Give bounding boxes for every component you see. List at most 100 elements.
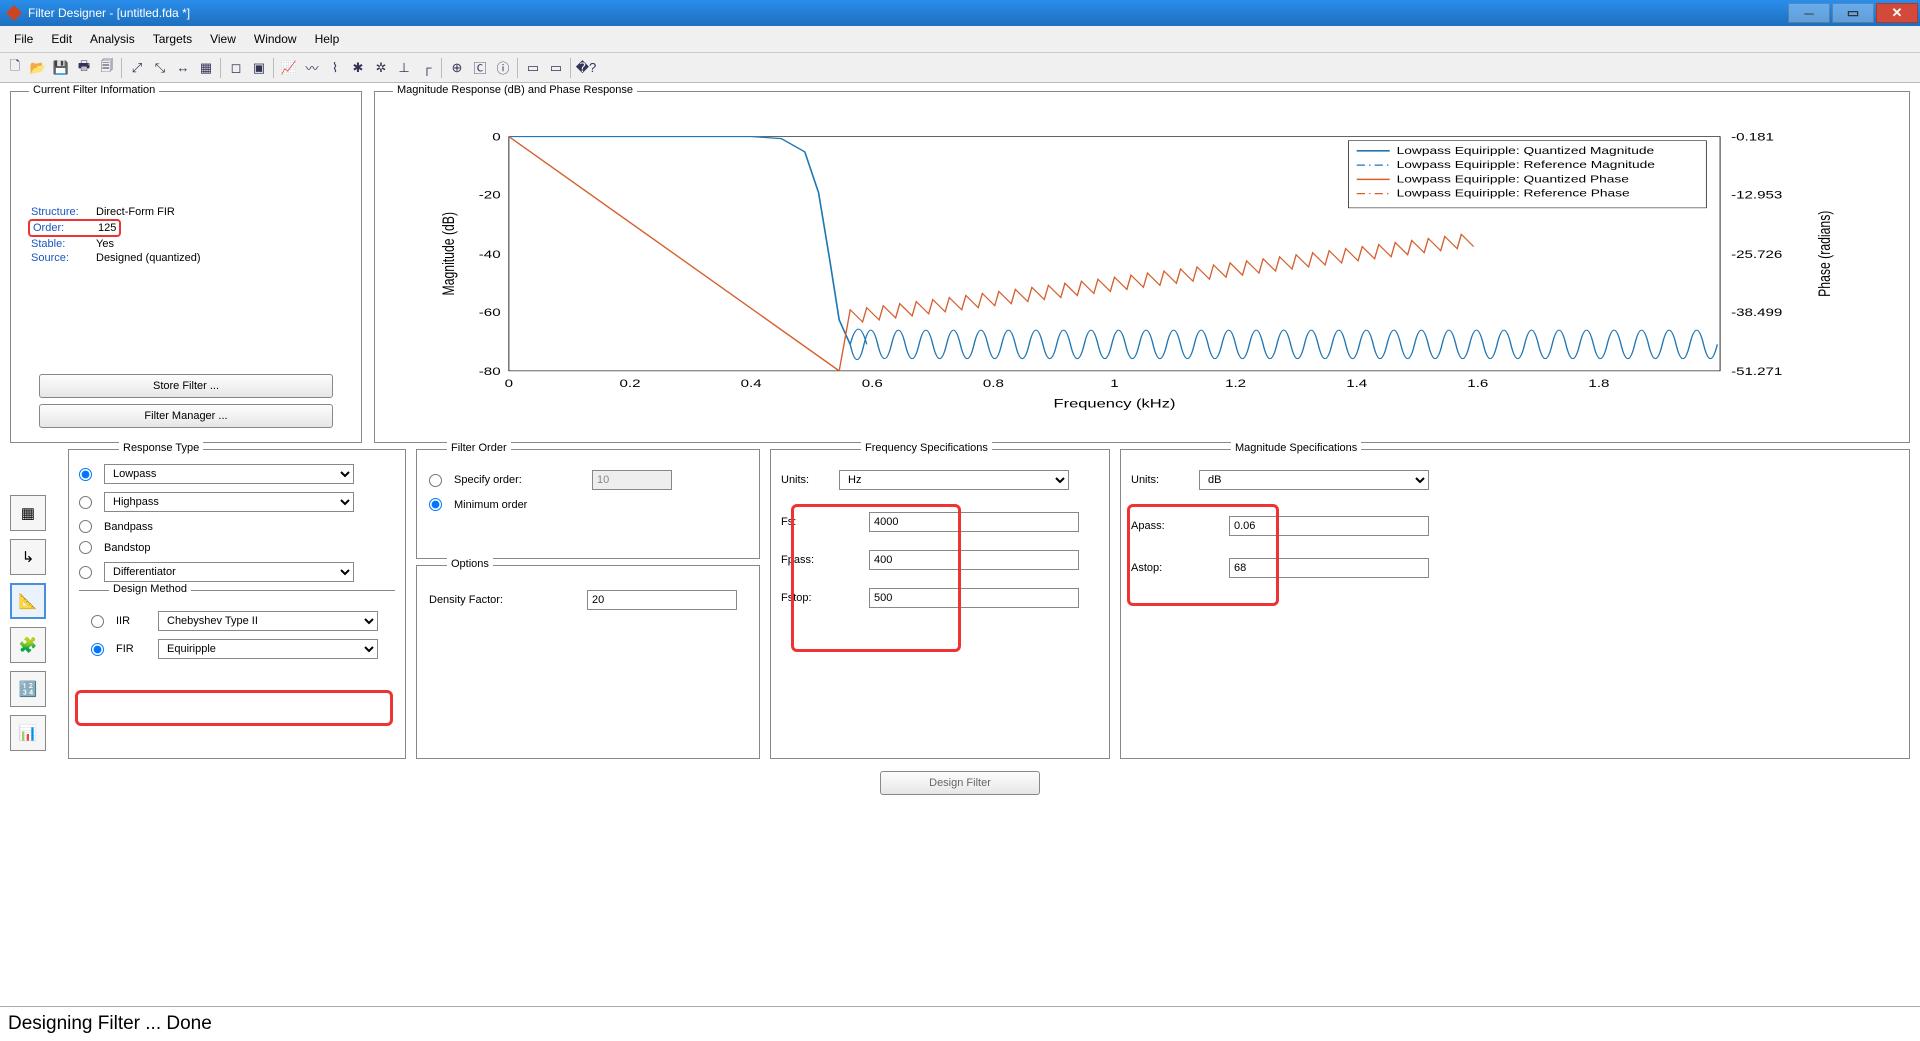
step-icon[interactable]: ┌ bbox=[416, 57, 438, 79]
density-factor-input[interactable] bbox=[587, 590, 737, 610]
zoom-x-icon[interactable]: ↔ bbox=[172, 57, 194, 79]
pole-zero-icon[interactable]: ⊕ bbox=[446, 57, 468, 79]
svg-text:-51.271: -51.271 bbox=[1731, 365, 1782, 378]
svg-text:0: 0 bbox=[505, 377, 513, 390]
phase-response-icon[interactable]: 〰 bbox=[301, 57, 323, 79]
toolbar-sep bbox=[517, 58, 519, 78]
svg-text:-40: -40 bbox=[479, 248, 501, 261]
astop-input[interactable] bbox=[1229, 558, 1429, 578]
panel-title: Frequency Specifications bbox=[861, 442, 992, 454]
new-icon[interactable]: 🗋 bbox=[4, 57, 26, 79]
highpass-radio[interactable] bbox=[79, 496, 92, 509]
toolbar-sep bbox=[273, 58, 275, 78]
design-filter-button[interactable]: Design Filter bbox=[880, 771, 1040, 795]
freq-units-select[interactable]: Hz bbox=[839, 470, 1069, 490]
magnitude-spec-panel: Magnitude Specifications Units: dB Apass… bbox=[1120, 449, 1910, 759]
highpass-select[interactable]: Highpass bbox=[104, 492, 354, 512]
multirate-tab-icon[interactable]: 📊 bbox=[10, 715, 46, 751]
close-button[interactable]: ✕ bbox=[1876, 3, 1918, 23]
impulse-icon[interactable]: ⊥ bbox=[393, 57, 415, 79]
iir-method-select[interactable]: Chebyshev Type II bbox=[158, 611, 378, 631]
bandstop-label: Bandstop bbox=[104, 542, 150, 554]
apass-label: Apass: bbox=[1131, 520, 1221, 532]
fir-radio[interactable] bbox=[91, 643, 104, 656]
minimum-order-radio[interactable] bbox=[429, 498, 442, 511]
new-window-icon[interactable]: ◻ bbox=[225, 57, 247, 79]
mag-phase-icon[interactable]: ⌇ bbox=[324, 57, 346, 79]
import-filter-tab-icon[interactable]: ↳ bbox=[10, 539, 46, 575]
specify-order-input bbox=[592, 470, 672, 490]
svg-text:1.2: 1.2 bbox=[1225, 377, 1246, 390]
svg-text:0.8: 0.8 bbox=[983, 377, 1004, 390]
fpass-label: Fpass: bbox=[781, 554, 861, 566]
menu-window[interactable]: Window bbox=[246, 30, 305, 48]
filter-manager-button[interactable]: Filter Manager ... bbox=[39, 404, 333, 428]
store-filter-button[interactable]: Store Filter ... bbox=[39, 374, 333, 398]
filter-real-icon[interactable]: ▭ bbox=[522, 57, 544, 79]
svg-text:0.6: 0.6 bbox=[862, 377, 883, 390]
freq-units-label: Units: bbox=[781, 474, 831, 486]
bandpass-label: Bandpass bbox=[104, 521, 153, 533]
specify-order-radio[interactable] bbox=[429, 474, 442, 487]
set-quantization-tab-icon[interactable]: 🔢 bbox=[10, 671, 46, 707]
differentiator-radio[interactable] bbox=[79, 566, 92, 579]
svg-text:1: 1 bbox=[1110, 377, 1118, 390]
full-view-icon[interactable]: ▣ bbox=[248, 57, 270, 79]
apass-input[interactable] bbox=[1229, 516, 1429, 536]
svg-text:Frequency (kHz): Frequency (kHz) bbox=[1053, 397, 1175, 410]
pan-icon[interactable]: ▦ bbox=[195, 57, 217, 79]
design-method-legend: Design Method bbox=[109, 583, 191, 595]
menu-analysis[interactable]: Analysis bbox=[82, 30, 143, 48]
phase-delay-icon[interactable]: ✲ bbox=[370, 57, 392, 79]
frequency-spec-panel: Frequency Specifications Units: Hz Fs: F… bbox=[770, 449, 1110, 759]
realize-model-tab-icon[interactable]: 🧩 bbox=[10, 627, 46, 663]
context-help-icon[interactable]: �? bbox=[575, 57, 597, 79]
lowpass-select[interactable]: Lowpass bbox=[104, 464, 354, 484]
iir-radio[interactable] bbox=[91, 615, 104, 628]
fir-label: FIR bbox=[116, 643, 150, 655]
panel-title: Magnitude Specifications bbox=[1231, 442, 1361, 454]
group-delay-icon[interactable]: ✱ bbox=[347, 57, 369, 79]
fir-method-select[interactable]: Equiripple bbox=[158, 639, 378, 659]
toolbar-sep bbox=[220, 58, 222, 78]
coeff-icon[interactable]: 🄲 bbox=[469, 57, 491, 79]
status-text: Designing Filter ... Done bbox=[8, 1013, 212, 1034]
filter-order-legend: Filter Order bbox=[447, 442, 511, 454]
mag-response-icon[interactable]: 📈 bbox=[278, 57, 300, 79]
fs-input[interactable] bbox=[869, 512, 1079, 532]
svg-text:-25.726: -25.726 bbox=[1731, 248, 1782, 261]
fs-label: Fs: bbox=[781, 516, 861, 528]
svg-text:Lowpass Equiripple: Quantized: Lowpass Equiripple: Quantized Phase bbox=[1397, 173, 1630, 185]
open-icon[interactable]: 📂 bbox=[27, 57, 49, 79]
pole-zero-editor-tab-icon[interactable]: 📐 bbox=[10, 583, 46, 619]
density-factor-label: Density Factor: bbox=[429, 594, 579, 606]
menu-edit[interactable]: Edit bbox=[43, 30, 80, 48]
window-titlebar: Filter Designer - [untitled.fda *] ─ ▭ ✕ bbox=[0, 0, 1920, 26]
lowpass-radio[interactable] bbox=[79, 468, 92, 481]
response-type-panel: Response Type Lowpass Highpass Bandpass … bbox=[68, 449, 406, 759]
svg-text:-0.181: -0.181 bbox=[1731, 131, 1774, 144]
save-icon[interactable]: 💾 bbox=[50, 57, 72, 79]
info-row-stable: Stable: Yes bbox=[31, 238, 351, 250]
print-icon[interactable]: 🖶 bbox=[73, 57, 95, 79]
zoom-in-icon[interactable]: ⤢ bbox=[126, 57, 148, 79]
mag-units-select[interactable]: dB bbox=[1199, 470, 1429, 490]
menu-targets[interactable]: Targets bbox=[145, 30, 200, 48]
menu-view[interactable]: View bbox=[202, 30, 244, 48]
menu-help[interactable]: Help bbox=[307, 30, 348, 48]
differentiator-select[interactable]: Differentiator bbox=[104, 562, 354, 582]
fstop-input[interactable] bbox=[869, 588, 1079, 608]
info-icon[interactable]: ⓘ bbox=[492, 57, 514, 79]
zoom-out-icon[interactable]: ⤡ bbox=[149, 57, 171, 79]
filter-spec-icon[interactable]: ▭ bbox=[545, 57, 567, 79]
maximize-button[interactable]: ▭ bbox=[1832, 3, 1874, 23]
panel-title: Current Filter Information bbox=[29, 84, 159, 96]
specify-order-label: Specify order: bbox=[454, 474, 584, 486]
minimize-button[interactable]: ─ bbox=[1788, 3, 1830, 23]
bandstop-radio[interactable] bbox=[79, 541, 92, 554]
bandpass-radio[interactable] bbox=[79, 520, 92, 533]
fpass-input[interactable] bbox=[869, 550, 1079, 570]
menu-file[interactable]: File bbox=[6, 30, 41, 48]
print-preview-icon[interactable]: 🗐 bbox=[96, 57, 118, 79]
design-filter-tab-icon[interactable]: ▦ bbox=[10, 495, 46, 531]
